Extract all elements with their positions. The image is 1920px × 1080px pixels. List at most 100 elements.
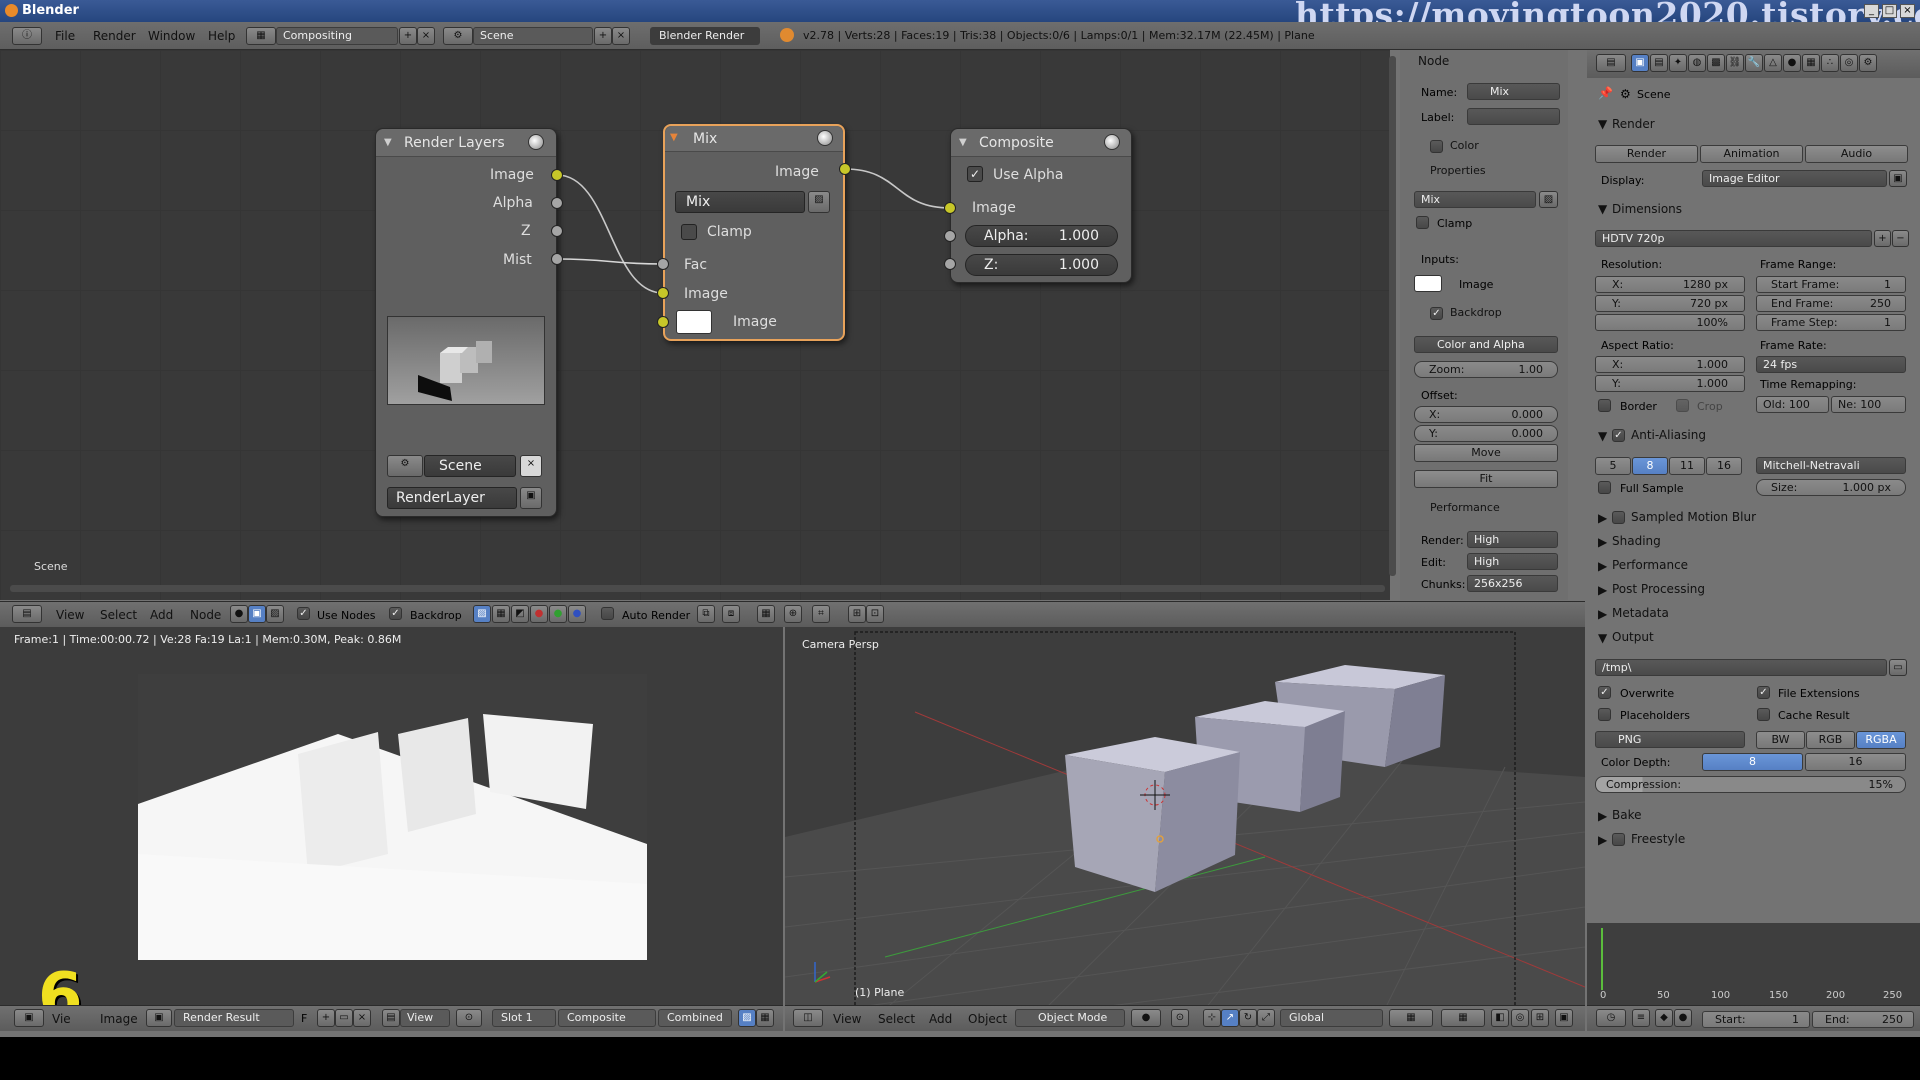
color-depth-16-button[interactable]: 16 [1805,753,1906,771]
new-image-icon[interactable]: + [317,1009,335,1027]
offset-x-field[interactable]: X: 0.000 [1414,406,1558,423]
particles-tab-icon[interactable]: ∴ [1821,54,1839,72]
node-editor-type-icon[interactable]: ▤ [12,605,42,623]
3d-menu-add[interactable]: Add [929,1012,952,1026]
full-sample-checkbox[interactable] [1598,481,1611,494]
proportional-edit-icon[interactable]: ◎ [1511,1009,1529,1027]
color-rgb-button[interactable]: RGB [1806,731,1855,749]
socket-image-out[interactable] [551,169,563,181]
backdrop-subpanel[interactable]: Backdrop [1450,306,1502,319]
freestyle-arrow-icon[interactable]: ▶ [1598,833,1607,847]
color-subpanel[interactable]: Color [1450,139,1479,152]
socket-fac-in[interactable] [657,258,669,270]
combined-pass-dropdown[interactable]: Combined [658,1009,732,1027]
node-grid-icon[interactable]: ▦ [757,605,775,623]
file-format-dropdown[interactable]: PNG [1595,731,1745,748]
audio-button[interactable]: Audio [1805,145,1908,163]
red-channel-icon[interactable]: ● [530,605,548,623]
unlink-image-icon[interactable]: × [353,1009,371,1027]
aspect-y-field[interactable]: Y: 1.000 [1595,375,1745,392]
image2-color-swatch[interactable] [676,310,712,334]
material-tab-icon[interactable]: ● [1783,54,1801,72]
start-frame-field[interactable]: Start Frame: 1 [1756,276,1906,293]
slot-dropdown[interactable]: Slot 1 [492,1009,556,1027]
file-extensions-checkbox[interactable]: ✓ [1757,686,1770,699]
scale-icon[interactable]: ⤢ [1257,1009,1275,1027]
modifiers-tab-icon[interactable]: 🔧 [1745,54,1763,72]
overwrite-checkbox[interactable]: ✓ [1598,686,1611,699]
node-menu-view[interactable]: View [56,608,84,622]
metadata-arrow-icon[interactable]: ▶ [1598,607,1607,621]
viewport-shading-icon[interactable]: ● [1131,1009,1161,1027]
time-remap-old-field[interactable]: Old: 100 [1756,396,1829,413]
backdrop-color-icon[interactable]: ▦ [492,605,510,623]
collapse-arrow-icon[interactable]: ▼ [384,137,392,148]
border-checkbox[interactable] [1598,399,1611,412]
lock-camera-icon[interactable]: ◧ [1491,1009,1509,1027]
node-snap-icon[interactable]: ⊕ [784,605,802,623]
placeholders-checkbox[interactable] [1598,708,1611,721]
node-copy-icon[interactable]: ⧉ [697,605,715,623]
sidebar-clamp-checkbox[interactable] [1416,216,1429,229]
translate-icon[interactable]: ↗ [1221,1009,1239,1027]
node-menu-node[interactable]: Node [190,608,221,622]
post-processing-header[interactable]: Post Processing [1612,582,1705,596]
aa-samples-11[interactable]: 11 [1669,457,1705,475]
crop-checkbox[interactable] [1676,399,1689,412]
extra-tab-icon[interactable]: ⚙ [1859,54,1877,72]
image-editor-type-icon[interactable]: ▣ [14,1009,44,1027]
node-zoom-icon[interactable]: ⊡ [866,605,884,623]
timeline-menu-icon[interactable]: ≡ [1632,1009,1650,1027]
color-rgba-button[interactable]: RGBA [1856,731,1906,749]
color-depth-8-button[interactable]: 8 [1702,753,1803,771]
render-panel-header[interactable]: Render [1612,117,1655,131]
pin-icon[interactable]: 📌 [1598,86,1613,100]
performance-arrow-icon[interactable]: ▶ [1598,559,1607,573]
socket-image1-in[interactable] [657,287,669,299]
render-panel-arrow-icon[interactable]: ▼ [1598,117,1607,131]
use-nodes-checkbox[interactable]: ✓ [297,607,310,620]
performance-subpanel[interactable]: Performance [1430,501,1500,514]
view-mode-icon[interactable]: ▤ [382,1009,400,1027]
physics-tab-icon[interactable]: ◎ [1840,54,1858,72]
mix-collapse-arrow-icon[interactable]: ▼ [670,132,678,143]
world-tab-icon[interactable]: ◍ [1688,54,1706,72]
socket-z-out[interactable] [551,225,563,237]
opengl-render-icon[interactable]: ▣ [1555,1009,1573,1027]
node-section-header[interactable]: Node [1418,54,1449,68]
aa-samples-16[interactable]: 16 [1706,457,1742,475]
color-bw-button[interactable]: BW [1756,731,1805,749]
add-preset-icon[interactable]: + [1874,230,1891,247]
freestyle-checkbox[interactable] [1612,833,1625,846]
zoom-field[interactable]: Zoom: 1.00 [1414,361,1558,378]
backdrop-color-alpha-icon[interactable]: ▨ [473,605,491,623]
bake-header[interactable]: Bake [1612,808,1642,822]
3d-view-editor-type-icon[interactable]: ◫ [793,1009,823,1027]
backdrop-header-checkbox[interactable]: ✓ [389,607,402,620]
shading-header[interactable]: Shading [1612,534,1661,548]
maximize-button[interactable]: □ [1882,4,1897,18]
image-menu-view[interactable]: Vie [52,1012,71,1026]
chunks-dropdown[interactable]: 256x256 [1467,575,1558,592]
z-field[interactable]: Z: 1.000 [965,254,1118,276]
post-processing-arrow-icon[interactable]: ▶ [1598,583,1607,597]
layers-grid-icon[interactable]: ▦ [1389,1009,1433,1027]
constraints-tab-icon[interactable]: ⛓ [1726,54,1744,72]
sidebar-alpha-icon[interactable]: ▨ [1539,191,1558,208]
green-channel-icon[interactable]: ● [549,605,567,623]
manipulator-icon[interactable]: ⊹ [1203,1009,1221,1027]
shader-nodes-icon[interactable]: ● [230,605,248,623]
data-tab-icon[interactable]: △ [1764,54,1782,72]
motion-blur-header[interactable]: Sampled Motion Blur [1631,510,1756,524]
aa-samples-5[interactable]: 5 [1595,457,1631,475]
output-path-field[interactable]: /tmp\ [1595,659,1887,676]
view-dropdown[interactable]: View [400,1009,450,1027]
render-layer-pass-dropdown[interactable]: Composite [558,1009,656,1027]
anti-aliasing-checkbox[interactable]: ✓ [1612,429,1625,442]
renderlayer-dropdown[interactable]: RenderLayer [387,487,517,509]
layers-grid-2-icon[interactable]: ▦ [1441,1009,1485,1027]
filter-size-field[interactable]: Size: 1.000 px [1756,479,1906,496]
image-browse-icon[interactable]: ▣ [146,1009,172,1027]
node-layout-icon[interactable]: ⊞ [848,605,866,623]
node-menu-select[interactable]: Select [100,608,137,622]
